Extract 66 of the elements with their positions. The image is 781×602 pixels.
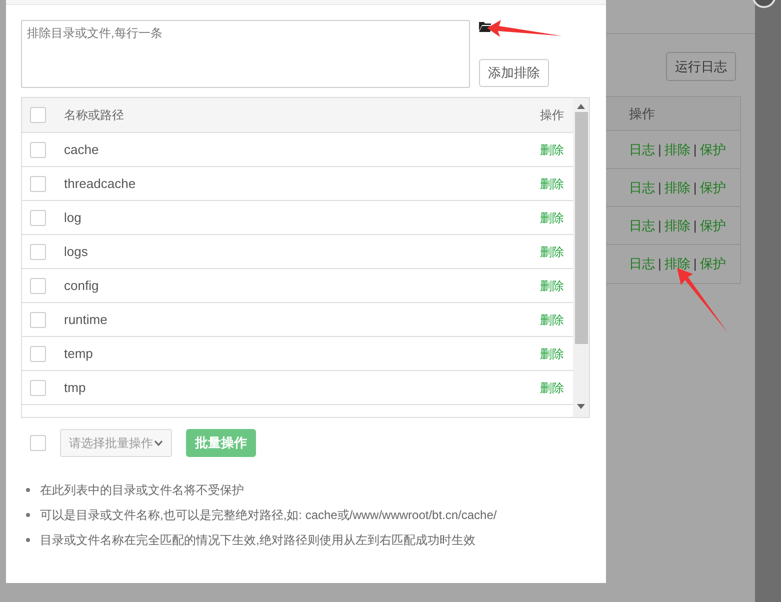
separator: | — [693, 178, 697, 197]
action-link[interactable]: 排除 — [664, 216, 690, 236]
column-header: 操作 — [629, 104, 655, 123]
action-link[interactable]: 日志 — [629, 216, 655, 236]
scroll-down-icon[interactable] — [577, 404, 585, 409]
scrollbar[interactable] — [573, 98, 589, 417]
separator: | — [693, 216, 697, 235]
path-cell-text: threadcache — [64, 174, 136, 193]
checkbox[interactable] — [30, 312, 46, 328]
path-cell-text: cache — [64, 140, 99, 159]
delete-link[interactable]: 删除 — [540, 310, 564, 328]
checkbox[interactable] — [30, 176, 46, 192]
column-header: 名称或路径 — [64, 107, 124, 124]
action-link[interactable]: 排除 — [664, 140, 690, 160]
delete-link[interactable]: 删除 — [540, 242, 564, 260]
path-cell-text: logs — [64, 242, 88, 261]
path-cell-text: runtime — [64, 310, 108, 329]
path-cell-text: tmp — [64, 378, 86, 397]
separator: | — [658, 178, 662, 197]
add-exclude-button[interactable]: 添加排除 — [479, 59, 549, 87]
scrollbar-thumb[interactable] — [574, 112, 588, 344]
checkbox[interactable] — [30, 142, 46, 158]
path-cell-text: temp — [64, 344, 93, 363]
note-text: 目录或文件名称在完全匹配的情况下生效,绝对路径则使用从左到右匹配成功时生效 — [40, 532, 476, 549]
separator: | — [693, 140, 697, 159]
checkbox[interactable] — [30, 435, 46, 451]
separator: | — [658, 216, 662, 235]
note-text: 可以是目录或文件名称,也可以是完整绝对路径,如: cache或/www/wwwroot/bt.cn/cache/ — [40, 507, 497, 524]
separator: | — [693, 255, 697, 274]
separator: | — [658, 255, 662, 274]
checkbox[interactable] — [30, 278, 46, 294]
bullet-icon — [26, 538, 30, 542]
delete-link[interactable]: 删除 — [540, 276, 564, 294]
delete-link[interactable]: 删除 — [540, 344, 564, 362]
action-link[interactable]: 排除 — [664, 178, 690, 198]
column-header: 操作 — [540, 107, 564, 124]
action-link[interactable]: 保护 — [700, 140, 726, 160]
action-link[interactable]: 保护 — [700, 216, 726, 236]
path-cell-text: config — [64, 276, 99, 295]
action-link[interactable]: 日志 — [629, 140, 655, 160]
checkbox[interactable] — [30, 107, 46, 123]
scroll-up-icon[interactable] — [577, 104, 585, 109]
path-cell-text: log — [64, 208, 82, 227]
bullet-icon — [26, 513, 30, 517]
exclude-input[interactable]: 排除目录或文件,每行一条 — [21, 20, 470, 88]
action-link[interactable]: 保护 — [700, 254, 726, 274]
batch-select[interactable]: 请选择批量操作 — [60, 429, 172, 457]
checkbox[interactable] — [30, 380, 46, 396]
note-text: 在此列表中的目录或文件名将不受保护 — [40, 482, 244, 499]
action-link[interactable]: 保护 — [700, 178, 726, 198]
delete-link[interactable]: 删除 — [540, 208, 564, 226]
delete-link[interactable]: 删除 — [540, 140, 564, 158]
action-link[interactable]: 日志 — [629, 254, 655, 274]
checkbox[interactable] — [30, 210, 46, 226]
checkbox[interactable] — [30, 244, 46, 260]
arrow-annotation — [677, 268, 729, 334]
chevron-down-icon — [154, 440, 163, 446]
action-link[interactable]: 日志 — [629, 178, 655, 198]
log-button[interactable]: 运行日志 — [666, 52, 736, 81]
bullet-icon — [26, 488, 30, 492]
delete-link[interactable]: 删除 — [540, 378, 564, 396]
checkbox[interactable] — [30, 346, 46, 362]
delete-link[interactable]: 删除 — [540, 174, 564, 192]
separator: | — [658, 140, 662, 159]
action-link[interactable]: 排除 — [664, 254, 690, 274]
batch-button[interactable]: 批量操作 — [186, 429, 256, 457]
